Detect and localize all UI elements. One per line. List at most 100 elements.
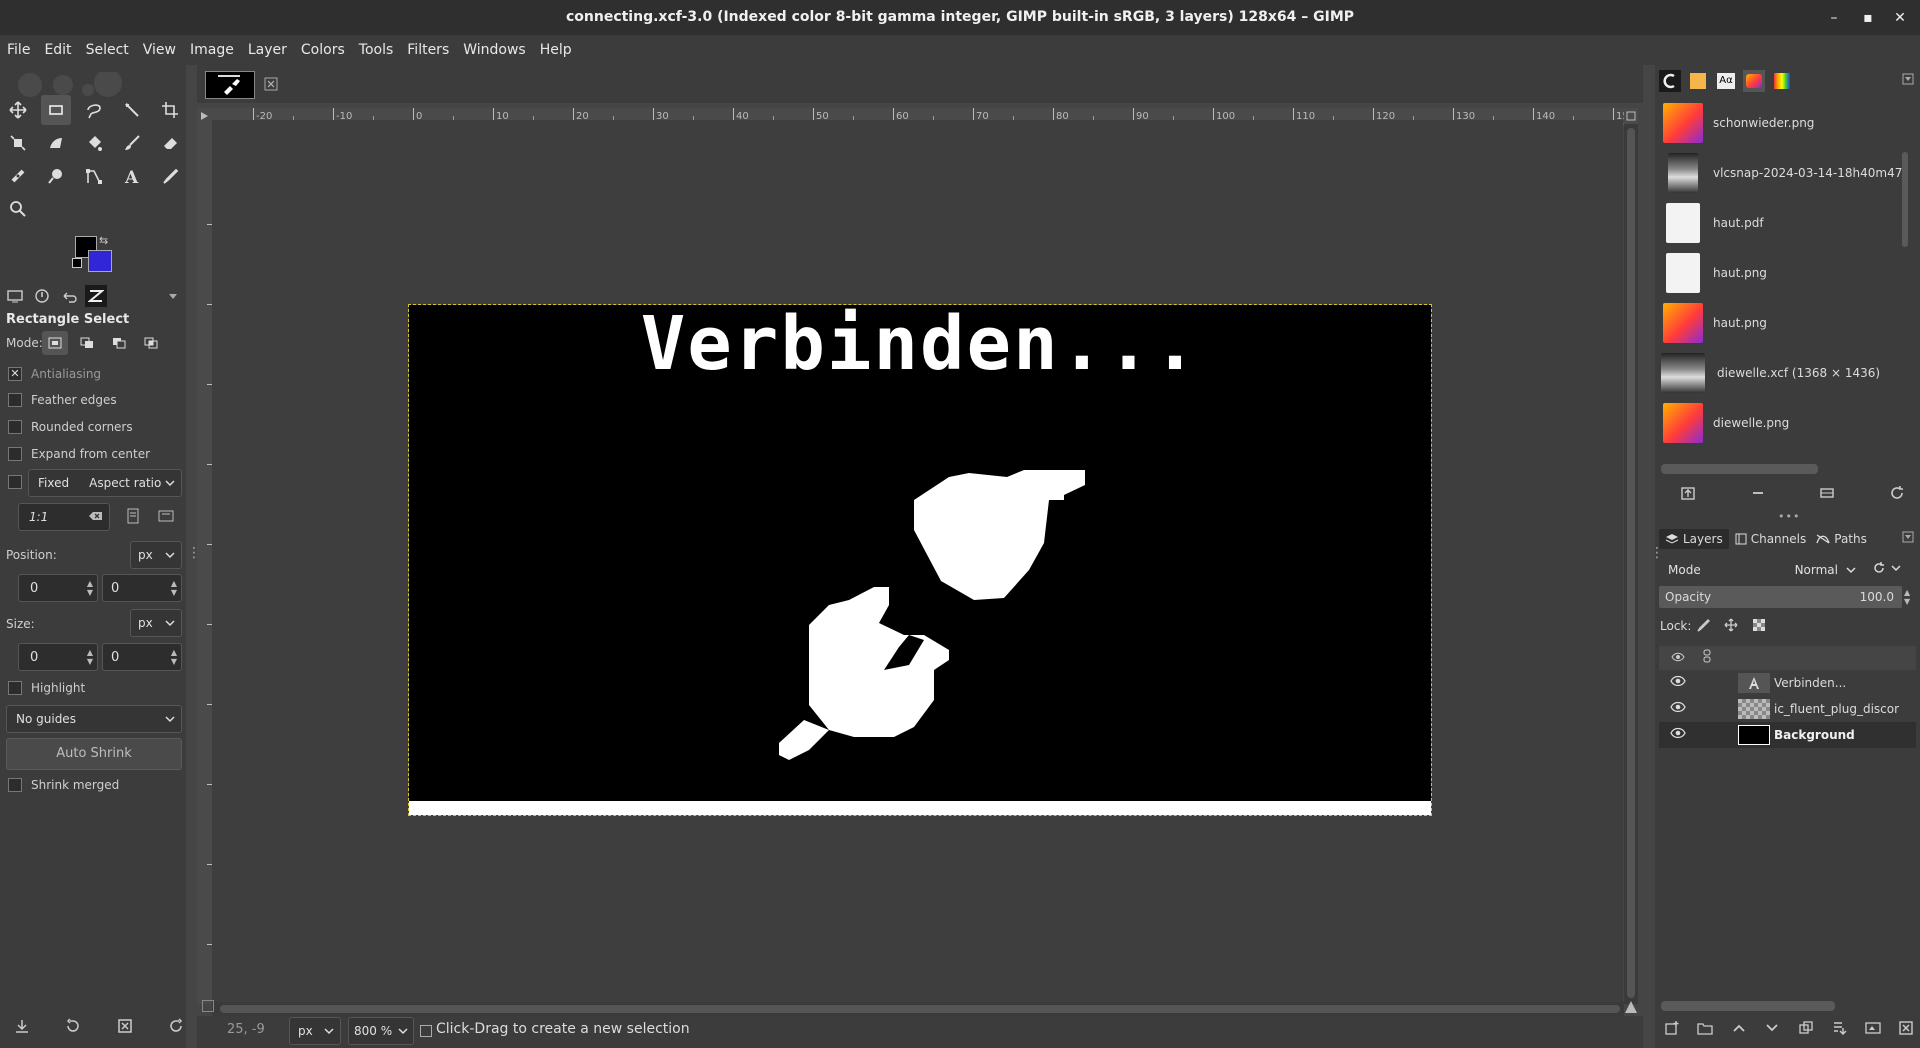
list-item[interactable]: diewelle.xcf (1368 × 1436) xyxy=(1661,350,1913,396)
eye-icon[interactable] xyxy=(1670,701,1686,717)
merge-layer-icon[interactable] xyxy=(1831,1020,1847,1040)
spin-arrows-icon[interactable]: ▲ ▼ xyxy=(87,648,93,666)
patterns-tab-icon[interactable] xyxy=(1687,70,1709,92)
eraser-icon[interactable] xyxy=(155,128,185,158)
mode-intersect-icon[interactable] xyxy=(138,331,164,355)
close-image-tab-icon[interactable] xyxy=(264,77,278,95)
open-document-icon[interactable] xyxy=(1680,485,1696,505)
tool-options-tab-icon[interactable] xyxy=(4,285,26,307)
fonts-tab-icon[interactable]: Aα xyxy=(1715,70,1737,92)
shrink-merged-option[interactable]: Shrink merged xyxy=(8,778,119,792)
guides-dropdown[interactable]: No guides xyxy=(6,705,182,733)
quick-mask-icon[interactable] xyxy=(202,1000,214,1012)
images-tab-icon[interactable] xyxy=(85,285,107,307)
expand-from-center-option[interactable]: Expand from center xyxy=(8,447,150,461)
aspect-ratio-input[interactable]: 1:1 xyxy=(18,503,110,531)
navigate-icon[interactable] xyxy=(1624,108,1638,124)
horizontal-scrollbar[interactable] xyxy=(212,1002,1624,1016)
fuzzy-select-icon[interactable] xyxy=(117,95,147,125)
raise-layer-icon[interactable] xyxy=(1731,1020,1747,1040)
remove-entry-icon[interactable] xyxy=(1750,485,1766,505)
restore-preset-icon[interactable] xyxy=(65,1018,81,1042)
menu-file[interactable]: File xyxy=(0,35,37,65)
landscape-icon[interactable] xyxy=(158,510,174,526)
list-item[interactable]: haut.png xyxy=(1663,300,1913,346)
move-tool-icon[interactable] xyxy=(3,95,33,125)
clear-icon[interactable] xyxy=(89,510,103,525)
clear-history-icon[interactable] xyxy=(1819,485,1835,505)
menu-filters[interactable]: Filters xyxy=(400,35,456,65)
menu-image[interactable]: Image xyxy=(183,35,241,65)
mode-replace-icon[interactable] xyxy=(42,331,68,355)
paintbrush-icon[interactable] xyxy=(117,128,147,158)
rounded-corners-option[interactable]: Rounded corners xyxy=(8,420,133,434)
rounded-corners-checkbox[interactable] xyxy=(8,420,22,434)
layer-row[interactable]: ic_fluent_plug_disconn xyxy=(1659,696,1916,722)
bucket-fill-icon[interactable] xyxy=(79,128,109,158)
tab-layers[interactable]: Layers xyxy=(1659,529,1729,549)
eye-icon[interactable] xyxy=(1670,675,1686,691)
layers-hscroll-thumb[interactable] xyxy=(1661,1001,1835,1011)
configure-tab-icon[interactable] xyxy=(1902,531,1914,547)
heal-tool-icon[interactable] xyxy=(3,161,33,191)
color-picker-icon[interactable] xyxy=(155,161,185,191)
position-x-field[interactable]: 0 ▲ ▼ xyxy=(18,574,98,602)
antialiasing-option[interactable]: ✕ Antialiasing xyxy=(8,367,101,381)
menu-colors[interactable]: Colors xyxy=(294,35,352,65)
unit-dropdown[interactable]: px xyxy=(289,1017,341,1045)
layer-row[interactable]: Verbinden... xyxy=(1659,670,1916,696)
spin-arrows-icon[interactable]: ▲ ▼ xyxy=(1904,588,1910,606)
menu-edit[interactable]: Edit xyxy=(37,35,78,65)
shrink-merged-checkbox[interactable] xyxy=(8,778,22,792)
configure-tab-icon[interactable] xyxy=(1902,73,1914,89)
zoom-tool-icon[interactable] xyxy=(3,194,33,224)
fixed-aspect-dropdown[interactable]: Fixed Aspect ratio xyxy=(28,469,182,497)
lock-alpha-icon[interactable] xyxy=(1752,618,1766,636)
swap-colors-icon[interactable]: ⇆ xyxy=(99,234,108,247)
zoom-dropdown[interactable]: 800 % xyxy=(348,1017,414,1045)
brushes-tab-icon[interactable] xyxy=(1659,70,1681,92)
menu-layer[interactable]: Layer xyxy=(241,35,294,65)
text-tool-icon[interactable]: A xyxy=(117,161,147,191)
delete-layer-icon[interactable] xyxy=(1898,1020,1914,1040)
expand-from-center-checkbox[interactable] xyxy=(8,447,22,461)
mode-add-icon[interactable] xyxy=(74,331,100,355)
eye-icon[interactable] xyxy=(1670,727,1686,743)
device-status-tab-icon[interactable] xyxy=(31,285,53,307)
list-item[interactable]: haut.pdf xyxy=(1663,200,1913,246)
documents-scroll-thumb[interactable] xyxy=(1902,152,1908,247)
menu-view[interactable]: View xyxy=(136,35,183,65)
lock-pixels-icon[interactable] xyxy=(1696,618,1710,636)
menu-help[interactable]: Help xyxy=(533,35,579,65)
fixed-checkbox[interactable] xyxy=(8,475,22,489)
crop-tool-icon[interactable] xyxy=(155,95,185,125)
horizontal-scroll-thumb[interactable] xyxy=(220,1005,1620,1013)
image-tab-thumbnail[interactable] xyxy=(205,71,255,99)
duplicate-layer-icon[interactable] xyxy=(1798,1020,1814,1040)
size-unit-dropdown[interactable]: px xyxy=(130,609,182,637)
portrait-icon[interactable] xyxy=(126,508,140,528)
documents-tab-icon[interactable] xyxy=(1743,70,1765,92)
size-height-field[interactable]: 0 ▲ ▼ xyxy=(102,643,182,671)
spin-arrows-icon[interactable]: ▲ ▼ xyxy=(171,579,177,597)
spin-arrows-icon[interactable]: ▲ ▼ xyxy=(171,648,177,666)
lock-position-icon[interactable] xyxy=(1724,618,1738,636)
layer-row[interactable]: Background xyxy=(1659,722,1916,748)
list-item[interactable]: haut.png xyxy=(1663,250,1913,296)
warp-transform-icon[interactable] xyxy=(41,128,71,158)
ruler-corner-icon[interactable] xyxy=(197,108,212,124)
new-layer-group-icon[interactable] xyxy=(1697,1020,1714,1040)
image-canvas[interactable]: Verbinden... xyxy=(408,304,1432,816)
mask-layer-icon[interactable] xyxy=(1864,1020,1881,1040)
undo-history-tab-icon[interactable] xyxy=(58,285,80,307)
vertical-scrollbar[interactable] xyxy=(1624,124,1638,1004)
tab-channels[interactable]: Channels xyxy=(1729,529,1813,549)
vertical-scroll-thumb[interactable] xyxy=(1627,128,1635,998)
palettes-tab-icon[interactable] xyxy=(1771,70,1793,92)
list-item[interactable]: schonwieder.png xyxy=(1663,100,1913,146)
delete-preset-icon[interactable] xyxy=(117,1018,133,1042)
tab-paths[interactable]: Paths xyxy=(1812,529,1871,549)
paths-tool-icon[interactable] xyxy=(79,161,109,191)
free-select-icon[interactable] xyxy=(79,95,109,125)
spin-arrows-icon[interactable]: ▲ ▼ xyxy=(87,579,93,597)
